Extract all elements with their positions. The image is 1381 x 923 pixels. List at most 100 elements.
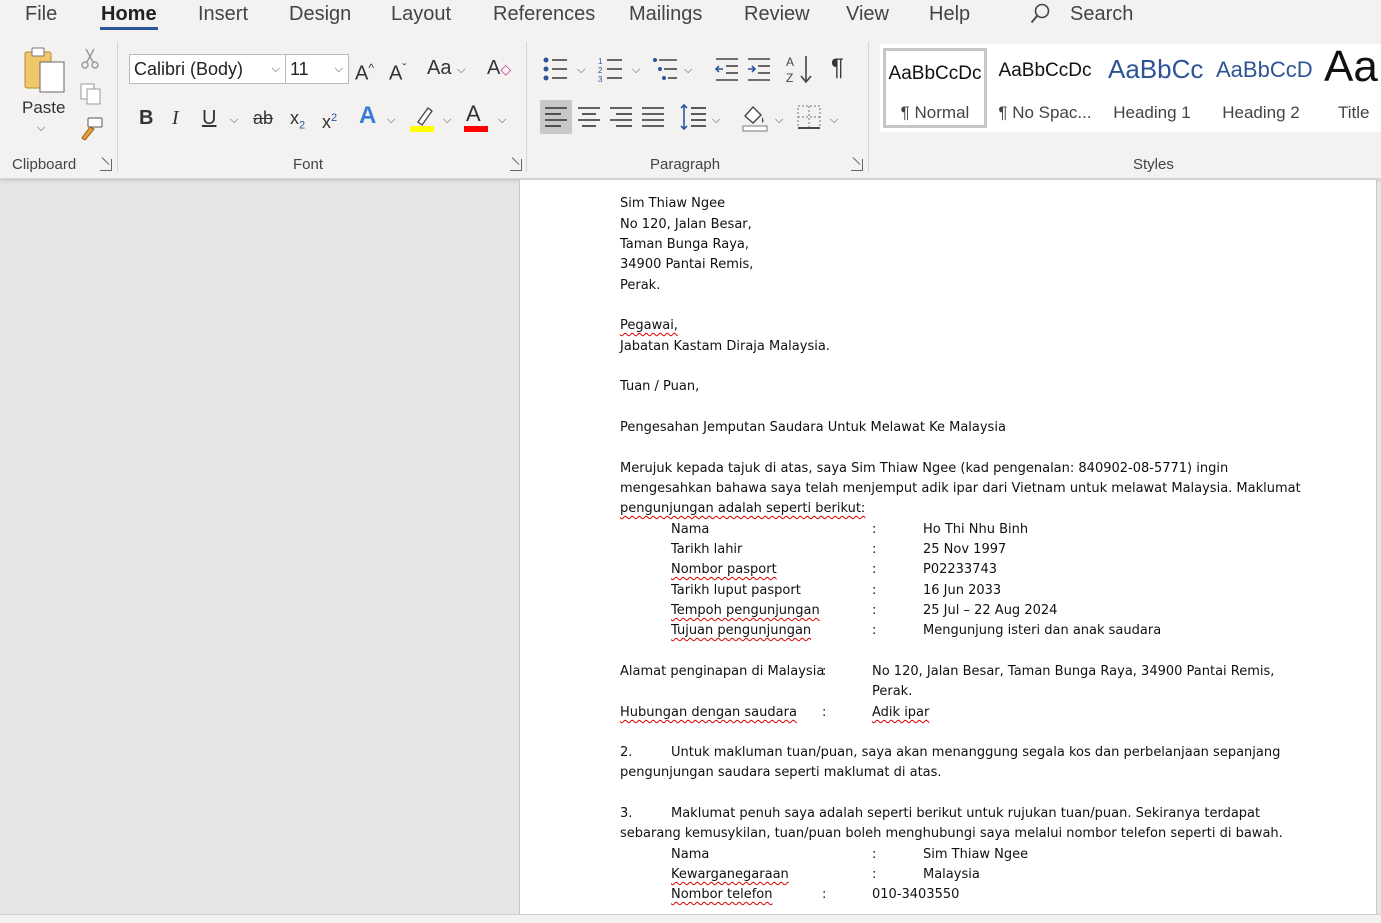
group-separator (526, 42, 527, 172)
chevron-down-icon[interactable]: ⌵ (443, 114, 451, 127)
font-name-combo[interactable]: Calibri (Body) ⌵ (129, 54, 286, 84)
style-normal[interactable]: AaBbCcDc ¶ Normal (883, 48, 987, 128)
strikethrough-button[interactable]: ab (253, 106, 273, 130)
style-name: Heading 1 (1113, 103, 1191, 122)
tab-review[interactable]: Review (744, 0, 810, 30)
superscript-button[interactable]: x2 (322, 106, 337, 134)
salutation: Tuan / Puan, (620, 379, 700, 394)
chevron-down-icon[interactable]: ⌵ (335, 55, 343, 83)
font-dialog-launcher-icon[interactable] (510, 159, 522, 171)
tab-references[interactable]: References (493, 0, 595, 30)
increase-indent-icon[interactable] (746, 56, 772, 82)
host-label: Kewarganegaraan (671, 867, 789, 882)
chevron-down-icon[interactable]: ⌵ (457, 64, 465, 77)
multilevel-list-icon[interactable] (653, 56, 679, 82)
clipboard-dialog-launcher-icon[interactable] (100, 159, 112, 171)
clear-formatting-icon[interactable]: A◇ (487, 56, 511, 81)
grow-font-button[interactable]: A^ (355, 56, 374, 86)
decrease-indent-icon[interactable] (714, 56, 740, 82)
subscript-button[interactable]: x2 (290, 106, 305, 138)
paste-dropdown-icon[interactable]: ⌵ (37, 122, 45, 135)
italic-button[interactable]: I (172, 106, 179, 130)
copy-icon[interactable] (79, 82, 103, 106)
tab-help[interactable]: Help (929, 0, 970, 30)
show-formatting-marks-button[interactable]: ¶ (831, 56, 844, 80)
highlighter-icon[interactable] (410, 104, 436, 132)
colon: : (872, 603, 877, 618)
align-right-icon[interactable] (607, 100, 635, 134)
colon: : (822, 664, 827, 679)
style-sample: AaBbCcDc (888, 63, 982, 84)
tab-view[interactable]: View (846, 0, 889, 30)
colon: : (822, 705, 827, 720)
shrink-font-button[interactable]: Aˇ (389, 56, 406, 86)
style-heading-2[interactable]: AaBbCcD Heading 2 (1212, 48, 1313, 128)
text-effects-button[interactable]: A (359, 104, 376, 128)
stay-address-value: No 120, Jalan Besar, Taman Bunga Raya, 3… (872, 664, 1275, 679)
paste-button[interactable]: Paste (22, 96, 65, 120)
chevron-down-icon[interactable]: ⌵ (272, 55, 280, 83)
colon: : (872, 867, 877, 882)
underline-button[interactable]: U (202, 106, 216, 130)
justify-icon[interactable] (639, 100, 667, 134)
tab-insert[interactable]: Insert (198, 0, 248, 30)
visitor-label: Tempoh pengunjungan (671, 603, 820, 618)
chevron-down-icon[interactable]: ⌵ (632, 64, 640, 77)
numbering-icon[interactable]: 123 (598, 56, 624, 82)
tab-mailings[interactable]: Mailings (629, 0, 702, 30)
style-sample: AaBbCc (1108, 54, 1204, 84)
borders-icon[interactable] (796, 104, 822, 130)
address-line: No 120, Jalan Besar, (620, 217, 752, 232)
svg-text:2: 2 (598, 66, 603, 75)
document-page[interactable]: Sim Thiaw Ngee No 120, Jalan Besar, Tama… (519, 180, 1377, 914)
shading-icon[interactable] (741, 102, 769, 132)
visitor-value: Mengunjung isteri dan anak saudara (923, 623, 1162, 638)
visitor-value: P02233743 (923, 562, 998, 577)
chevron-down-icon[interactable]: ⌵ (577, 64, 585, 77)
font-name-value: Calibri (Body) (134, 59, 244, 79)
line-spacing-icon[interactable] (679, 102, 707, 132)
font-color-button[interactable]: A (466, 102, 481, 126)
chevron-down-icon[interactable]: ⌵ (775, 114, 783, 127)
style-heading-1[interactable]: AaBbCc Heading 1 (1104, 48, 1203, 128)
style-no-spacing[interactable]: AaBbCcDc ¶ No Spac... (992, 48, 1098, 128)
address-line: Perak. (620, 278, 661, 293)
relationship-label: Hubungan dengan saudara (620, 705, 797, 720)
style-title[interactable]: Aa Title (1322, 48, 1381, 128)
align-left-button[interactable] (540, 100, 572, 134)
svg-text:1: 1 (598, 57, 603, 66)
bold-button[interactable]: B (139, 106, 153, 130)
colon: : (872, 522, 877, 537)
align-center-icon[interactable] (575, 100, 603, 134)
font-color-swatch (464, 126, 488, 132)
tab-design[interactable]: Design (289, 0, 351, 30)
paragraph-1-line: Merujuk kepada tajuk di atas, saya Sim T… (620, 461, 1229, 476)
host-value: Malaysia (923, 867, 980, 882)
cut-icon[interactable] (80, 48, 100, 70)
visitor-label: Nama (671, 522, 710, 537)
chevron-down-icon[interactable]: ⌵ (387, 114, 395, 127)
subscript-mark: 2 (299, 119, 306, 132)
chevron-down-icon[interactable]: ⌵ (712, 114, 720, 127)
tab-layout[interactable]: Layout (391, 0, 451, 30)
chevron-down-icon[interactable]: ⌵ (498, 114, 506, 127)
paste-icon[interactable] (22, 46, 68, 94)
bullets-icon[interactable] (543, 56, 569, 82)
sort-icon[interactable]: AZ (786, 54, 814, 84)
host-label: Nombor telefon (671, 887, 773, 902)
change-case-button[interactable]: Aa (427, 56, 451, 80)
font-size-combo[interactable]: 11 ⌵ (285, 54, 349, 84)
stay-address-label: Alamat penginapan di Malaysia (620, 664, 825, 679)
paragraph-dialog-launcher-icon[interactable] (851, 159, 863, 171)
tab-home[interactable]: Home (101, 0, 157, 30)
format-painter-icon[interactable] (78, 116, 104, 142)
chevron-down-icon[interactable]: ⌵ (830, 114, 838, 127)
chevron-down-icon[interactable]: ⌵ (230, 114, 238, 127)
chevron-down-icon[interactable]: ⌵ (684, 64, 692, 77)
search-icon[interactable] (1030, 3, 1050, 25)
search-box[interactable]: Search (1070, 0, 1133, 28)
style-sample: AaBbCcD (1216, 57, 1313, 82)
tab-file[interactable]: File (25, 0, 57, 30)
paragraph-1-line: pengunjungan adalah seperti berikut: (620, 501, 866, 516)
visitor-value: 25 Jul – 22 Aug 2024 (923, 603, 1058, 618)
